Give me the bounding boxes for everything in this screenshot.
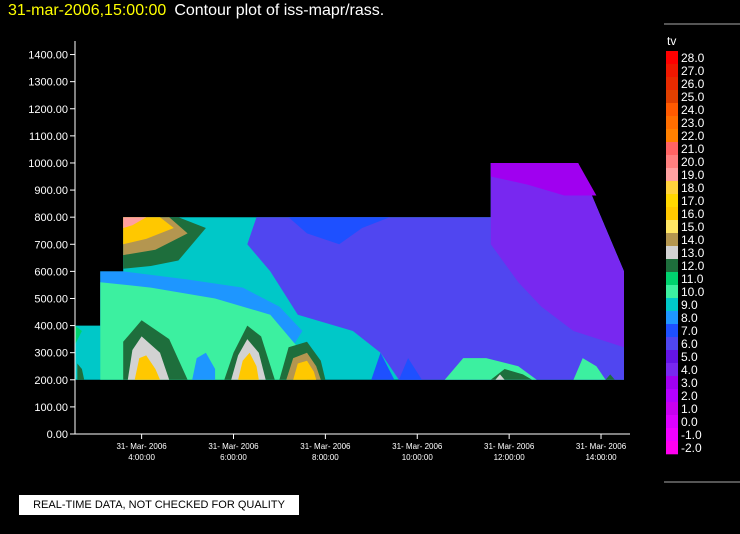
legend-label: 15.0 xyxy=(681,220,705,234)
quality-note: REAL-TIME DATA, NOT CHECKED FOR QUALITY xyxy=(19,495,299,515)
y-tick-label: 300.00 xyxy=(34,348,68,360)
legend-swatch xyxy=(666,272,678,286)
legend-label: 11.0 xyxy=(681,272,704,286)
y-tick-label: 0.00 xyxy=(47,429,68,441)
legend-label: 4.0 xyxy=(681,363,698,377)
legend-swatch xyxy=(666,233,678,247)
legend-swatch xyxy=(666,337,678,351)
legend-swatch xyxy=(666,428,678,442)
legend-swatch xyxy=(666,194,678,208)
legend-label: 24.0 xyxy=(681,103,705,117)
legend-label: 27.0 xyxy=(681,64,705,78)
legend-label: 7.0 xyxy=(681,324,698,338)
legend-label: 23.0 xyxy=(681,116,705,130)
y-tick-label: 100.00 xyxy=(34,402,68,414)
legend-label: -1.0 xyxy=(681,428,702,442)
x-tick-date: 31- Mar- 2006 xyxy=(392,442,443,451)
legend-swatch xyxy=(666,207,678,221)
legend-swatch xyxy=(666,246,678,260)
legend-swatch xyxy=(666,363,678,377)
legend-label: 2.0 xyxy=(681,389,698,403)
legend-swatch xyxy=(666,155,678,169)
legend-swatch xyxy=(666,324,678,338)
legend-swatch xyxy=(666,259,678,273)
legend-label: 20.0 xyxy=(681,155,705,169)
legend-label: 17.0 xyxy=(681,194,705,208)
legend-swatch xyxy=(666,51,678,65)
legend-swatch xyxy=(666,129,678,143)
legend-label: 28.0 xyxy=(681,51,705,65)
legend-label: 26.0 xyxy=(681,77,705,91)
y-tick-label: 1400.00 xyxy=(28,50,68,62)
legend-swatch xyxy=(666,181,678,195)
legend-label: -2.0 xyxy=(681,441,702,455)
legend-swatch xyxy=(666,168,678,182)
y-tick-label: 500.00 xyxy=(34,293,68,305)
legend-swatch xyxy=(666,90,678,104)
legend-label: 8.0 xyxy=(681,311,698,325)
legend-label: 1.0 xyxy=(681,402,698,416)
x-tick-time: 8:00:00 xyxy=(312,453,339,462)
legend-label: 12.0 xyxy=(681,259,705,273)
legend-swatch xyxy=(666,376,678,390)
legend-swatch xyxy=(666,389,678,403)
legend-label: 3.0 xyxy=(681,376,698,390)
legend-swatch xyxy=(666,64,678,78)
contour-chart: 0.00 100.00 200.00 300.00 400.00 500.00 600.00… xyxy=(28,23,740,483)
color-legend: tv 28.027.026.025.024.023.022.021.020.019… xyxy=(664,23,740,483)
legend-label: 22.0 xyxy=(681,129,705,143)
legend-swatch xyxy=(666,142,678,156)
legend-label: 18.0 xyxy=(681,181,705,195)
y-tick-label: 1300.00 xyxy=(28,77,68,89)
x-tick-time: 4:00:00 xyxy=(128,453,155,462)
legend-label: 0.0 xyxy=(681,415,698,429)
y-tick-label: 400.00 xyxy=(34,321,68,333)
y-tick-label: 1000.00 xyxy=(28,158,68,170)
legend-swatch xyxy=(666,415,678,429)
y-tick-label: 900.00 xyxy=(34,185,68,197)
legend-label: 5.0 xyxy=(681,350,698,364)
x-tick-date: 31- Mar- 2006 xyxy=(576,442,627,451)
legend-swatch xyxy=(666,103,678,117)
legend-swatch xyxy=(666,441,678,455)
x-tick-time: 12:00:00 xyxy=(494,453,526,462)
legend-label: 19.0 xyxy=(681,168,705,182)
x-tick-time: 10:00:00 xyxy=(402,453,434,462)
y-tick-label: 200.00 xyxy=(34,375,68,387)
legend-swatch xyxy=(666,116,678,130)
legend-label: 21.0 xyxy=(681,142,705,156)
x-tick-time: 6:00:00 xyxy=(220,453,247,462)
y-tick-label: 600.00 xyxy=(34,266,68,278)
legend-label: 16.0 xyxy=(681,207,705,221)
legend-title: tv xyxy=(667,34,676,48)
legend-swatch xyxy=(666,298,678,312)
legend-swatch xyxy=(666,220,678,234)
x-tick-date: 31- Mar- 2006 xyxy=(484,442,535,451)
y-tick-label: 1200.00 xyxy=(28,104,68,116)
y-tick-label: 1100.00 xyxy=(29,131,68,143)
legend-swatch xyxy=(666,285,678,299)
legend-swatch xyxy=(666,311,678,325)
legend-swatch xyxy=(666,77,678,91)
legend-label: 9.0 xyxy=(681,298,698,312)
legend-swatch xyxy=(666,402,678,416)
x-tick-time: 14:00:00 xyxy=(585,453,617,462)
legend-label: 14.0 xyxy=(681,233,705,247)
y-tick-label: 700.00 xyxy=(34,239,68,251)
legend-label: 13.0 xyxy=(681,246,705,260)
contour-regions xyxy=(75,163,625,380)
x-tick-date: 31- Mar- 2006 xyxy=(116,442,167,451)
legend-swatch xyxy=(666,350,678,364)
legend-label: 10.0 xyxy=(681,285,705,299)
x-tick-date: 31- Mar- 2006 xyxy=(208,442,259,451)
y-tick-label: 800.00 xyxy=(34,212,68,224)
legend-label: 25.0 xyxy=(681,90,705,104)
legend-label: 6.0 xyxy=(681,337,698,351)
x-tick-date: 31- Mar- 2006 xyxy=(300,442,351,451)
